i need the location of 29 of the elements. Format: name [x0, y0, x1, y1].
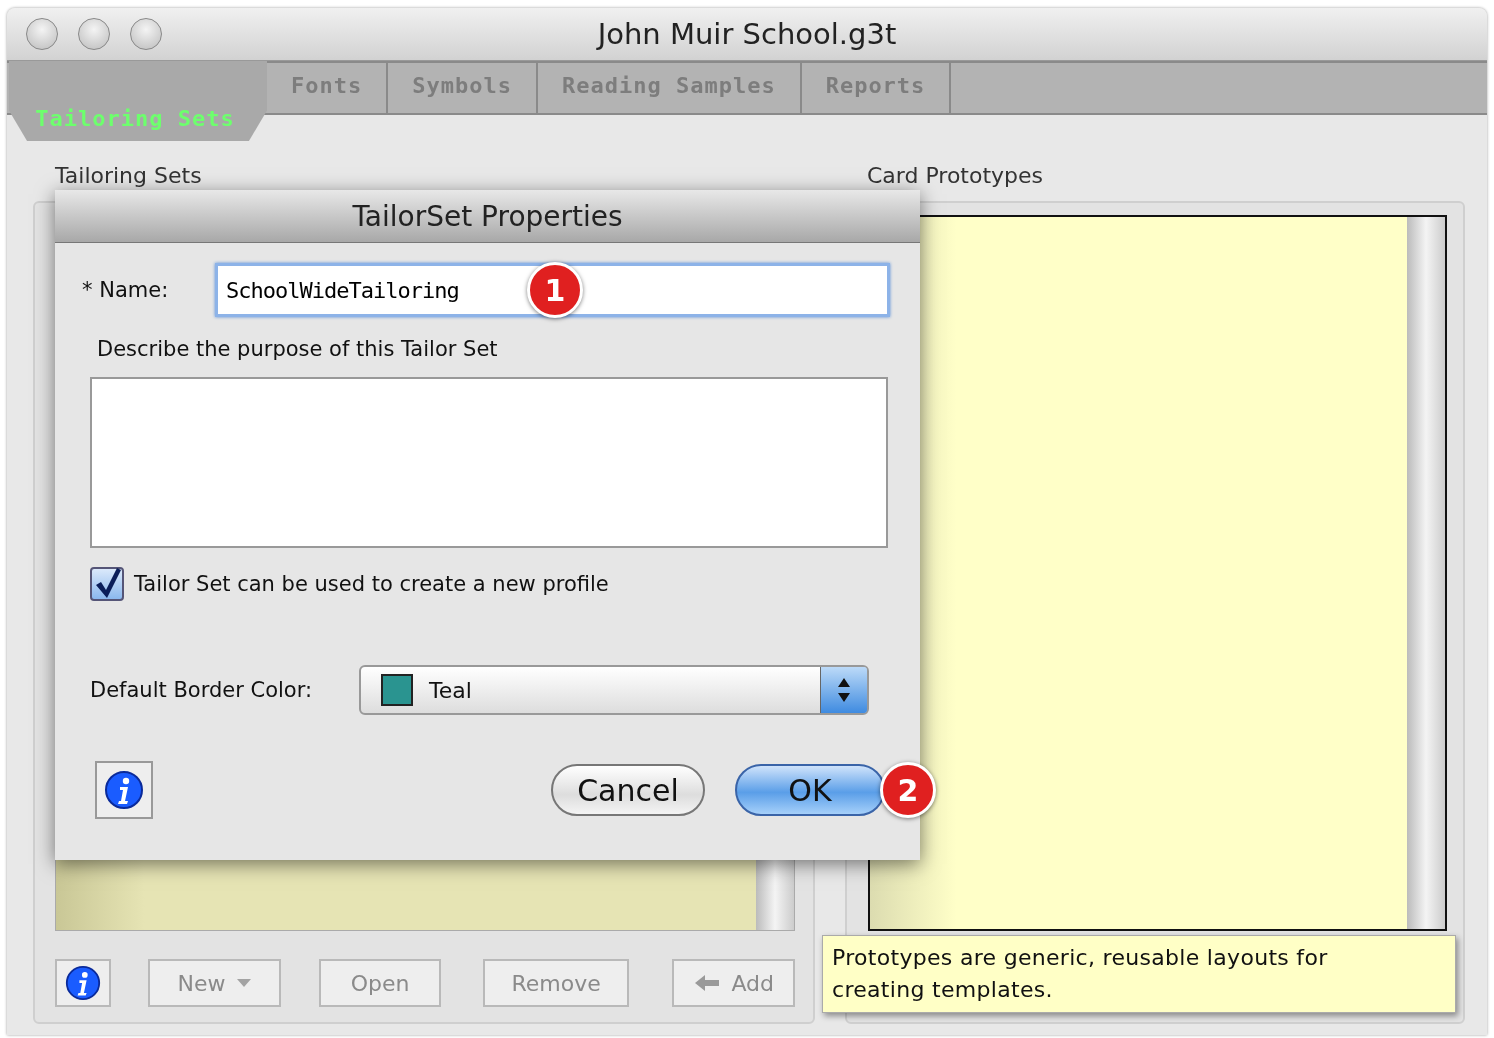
- window-title: John Muir School.g3t: [597, 17, 897, 51]
- left-arrow-icon: [693, 973, 722, 993]
- color-dropdown[interactable]: Teal: [359, 665, 869, 715]
- info-icon: [104, 770, 144, 810]
- callout-badge: 2: [880, 762, 936, 818]
- group-label: Tailoring Sets: [54, 165, 203, 190]
- description-field[interactable]: [90, 377, 888, 548]
- scrollbar[interactable]: [1407, 217, 1445, 929]
- caret-icon: [235, 978, 252, 988]
- dropdown-value: Teal: [429, 677, 472, 703]
- stepper-arrows-icon: [820, 667, 867, 713]
- checkbox[interactable]: [90, 567, 124, 601]
- field-label: * Name:: [82, 278, 170, 302]
- info-icon: [64, 965, 101, 1001]
- group-label: Card Prototypes: [866, 165, 1045, 190]
- card-prototypes-panel[interactable]: [868, 215, 1447, 931]
- tooltip: Prototypes are generic, reusable layouts for creating templates.: [822, 935, 1456, 1013]
- info-button[interactable]: [55, 959, 111, 1007]
- field-label: Describe the purpose of this Tailor Set: [97, 337, 499, 361]
- close-button[interactable]: [26, 18, 58, 50]
- field-label: Default Border Color:: [90, 678, 314, 702]
- info-button[interactable]: [95, 761, 153, 819]
- dialog-title: TailorSet Properties: [352, 199, 623, 233]
- cancel-button[interactable]: Cancel: [551, 764, 705, 816]
- minimize-button[interactable]: [78, 18, 110, 50]
- zoom-button[interactable]: [130, 18, 162, 50]
- ok-button[interactable]: OK: [735, 764, 885, 816]
- tab[interactable]: Tailoring Sets: [9, 61, 267, 141]
- checkbox-label: Tailor Set can be used to create a new profile: [134, 572, 609, 596]
